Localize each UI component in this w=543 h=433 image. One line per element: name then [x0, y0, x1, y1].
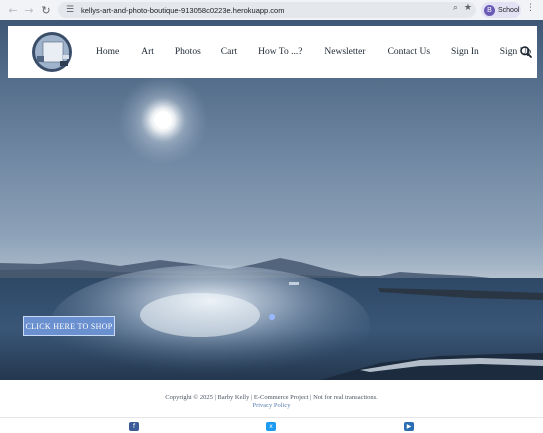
nav-contact-us[interactable]: Contact Us [388, 47, 430, 57]
site-footer: Copyright © 2025 | Barby Kelly | E-Comme… [0, 380, 543, 433]
shop-cta-button[interactable]: CLICK HERE TO SHOP [23, 316, 115, 336]
reload-icon[interactable]: ↻ [37, 1, 55, 19]
zoom-icon[interactable]: ⌕ [453, 3, 458, 13]
site-header: Home Art Photos Cart How To ...? Newslet… [8, 26, 537, 78]
site-info-icon[interactable]: ☰ [63, 5, 77, 15]
nav-newsletter[interactable]: Newsletter [324, 47, 365, 57]
site-logo[interactable] [27, 31, 77, 73]
privacy-policy-link[interactable]: Privacy Policy [0, 402, 543, 409]
profile-label: School [498, 6, 520, 14]
profile-button[interactable]: B School [481, 2, 521, 18]
footer-divider [0, 417, 543, 418]
nav-home[interactable]: Home [96, 47, 119, 57]
browser-toolbar: ← → ↻ ☰ kellys-art-and-photo-boutique-91… [0, 0, 543, 20]
nav-art[interactable]: Art [141, 47, 154, 57]
search-icon[interactable] [519, 45, 533, 59]
url-text[interactable]: kellys-art-and-photo-boutique-913058c022… [81, 6, 284, 15]
main-nav: Home Art Photos Cart How To ...? Newslet… [96, 26, 531, 78]
nav-cart[interactable]: Cart [221, 47, 237, 57]
address-bar[interactable]: ☰ kellys-art-and-photo-boutique-913058c0… [58, 2, 476, 18]
nav-photos[interactable]: Photos [175, 47, 201, 57]
bookmark-star-icon[interactable]: ★ [464, 3, 472, 13]
avatar: B [484, 4, 495, 16]
facebook-icon[interactable]: f [129, 422, 139, 431]
forward-icon[interactable]: → [20, 1, 38, 19]
nav-sign-in[interactable]: Sign In [451, 47, 479, 57]
youtube-icon[interactable]: ▶ [404, 422, 414, 431]
nav-how-to[interactable]: How To ...? [258, 47, 302, 57]
x-twitter-icon[interactable]: x [266, 422, 276, 431]
browser-menu-icon[interactable]: ⋮ [526, 3, 535, 13]
copyright-text: Copyright © 2025 | Barby Kelly | E-Comme… [165, 394, 378, 401]
